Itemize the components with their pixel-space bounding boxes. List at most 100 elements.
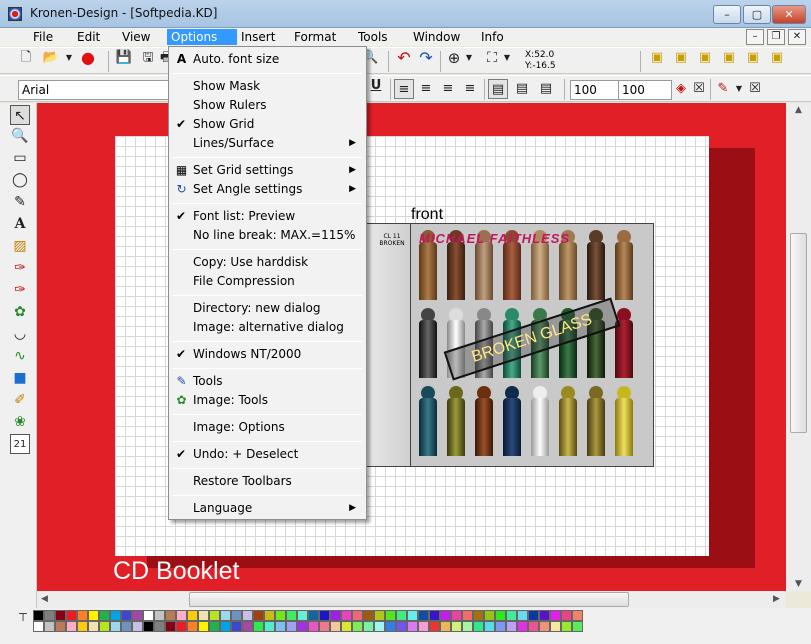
open-dropdown-icon[interactable]: ▼ (64, 48, 74, 68)
color-swatch[interactable] (308, 610, 319, 621)
color-picker-tool-icon[interactable]: ✐ (10, 390, 30, 410)
menu-item-set-grid-settings[interactable]: ▦ Set Grid settings ▶ (171, 161, 364, 180)
color-swatch[interactable] (55, 621, 66, 632)
mdi-restore-button[interactable]: ❐ (767, 29, 785, 45)
color-swatch[interactable] (550, 621, 561, 632)
no-fill-icon[interactable]: ☒ (692, 79, 706, 99)
color-swatch[interactable] (363, 621, 374, 632)
color-swatch[interactable] (121, 610, 132, 621)
color-swatch[interactable] (330, 621, 341, 632)
pen-tool-icon[interactable]: ✎ (10, 192, 30, 212)
color-swatch[interactable] (88, 621, 99, 632)
brush-tool-icon[interactable]: ✑ (10, 258, 30, 278)
color-swatch[interactable] (176, 621, 187, 632)
app-icon[interactable] (8, 7, 22, 21)
color-swatch[interactable] (572, 621, 583, 632)
menu-tools[interactable]: Tools (354, 29, 392, 45)
color-swatch[interactable] (44, 610, 55, 621)
menu-item-font-list-preview[interactable]: ✔ Font list: Preview (171, 207, 364, 226)
color-swatch[interactable] (319, 610, 330, 621)
color-swatch[interactable] (165, 610, 176, 621)
menu-item-show-mask[interactable]: Show Mask (171, 77, 364, 96)
color-swatch[interactable] (484, 610, 495, 621)
menu-item-copy-use-harddisk[interactable]: Copy: Use harddisk (171, 253, 364, 272)
menu-item-image-alternative-dialog[interactable]: Image: alternative dialog (171, 318, 364, 337)
color-swatch[interactable] (374, 610, 385, 621)
menu-item-file-compression[interactable]: File Compression (171, 272, 364, 291)
align-justify-icon[interactable]: ≡ (460, 79, 480, 99)
color-swatch[interactable] (561, 621, 572, 632)
color-swatch[interactable] (517, 621, 528, 632)
menu-item-tools[interactable]: ✎ Tools (171, 372, 364, 391)
align-center-icon[interactable]: ≡ (416, 79, 436, 99)
color-swatch[interactable] (539, 621, 550, 632)
color-swatch[interactable] (319, 621, 330, 632)
menu-format[interactable]: Format (290, 29, 340, 45)
color-swatch[interactable] (231, 610, 242, 621)
color-swatch[interactable] (484, 621, 495, 632)
color-swatch[interactable] (275, 610, 286, 621)
color-swatch[interactable] (209, 621, 220, 632)
mdi-minimize-button[interactable]: – (746, 29, 764, 45)
color-swatch[interactable] (528, 610, 539, 621)
color-swatch[interactable] (539, 610, 550, 621)
color-swatch[interactable] (88, 610, 99, 621)
clipart-tool-icon[interactable]: ❀ (10, 412, 30, 432)
color-swatch[interactable] (506, 610, 517, 621)
valign-bottom-icon[interactable]: ▤ (536, 79, 556, 99)
color-swatch[interactable] (77, 610, 88, 621)
zoom-tool-icon[interactable]: 🔍 (10, 126, 30, 146)
color-swatch[interactable] (198, 610, 209, 621)
color-swatch[interactable] (506, 621, 517, 632)
color-swatch[interactable] (231, 621, 242, 632)
color-swatch[interactable] (407, 610, 418, 621)
menu-item-set-angle-settings[interactable]: ↻ Set Angle settings ▶ (171, 180, 364, 199)
menu-item-lines-surface[interactable]: Lines/Surface ▶ (171, 134, 364, 153)
crosshair-dropdown-icon[interactable]: ▼ (464, 48, 474, 68)
color-swatch[interactable] (143, 621, 154, 632)
color-swatch[interactable] (341, 621, 352, 632)
color-swatch[interactable] (33, 621, 44, 632)
image-tool-icon[interactable]: ▨ (10, 236, 30, 256)
color-swatch[interactable] (495, 610, 506, 621)
menu-item-restore-toolbars[interactable]: Restore Toolbars (171, 472, 364, 491)
color-swatches[interactable] (33, 610, 583, 642)
ellipse-tool-icon[interactable]: ◯ (10, 170, 30, 190)
menu-item-show-rulers[interactable]: Show Rulers (171, 96, 364, 115)
valign-top-icon[interactable]: ▤ (488, 79, 508, 99)
color-swatch[interactable] (187, 621, 198, 632)
menu-options[interactable]: Options (167, 29, 237, 45)
scale-x-combo[interactable]: 100 (570, 80, 624, 100)
ungroup-icon[interactable]: ▣ (720, 48, 738, 68)
font-name-combo[interactable]: Arial (18, 80, 178, 100)
scroll-down-icon[interactable]: ▼ (795, 579, 802, 589)
color-swatch[interactable] (418, 621, 429, 632)
fit-icon[interactable]: ⛶ (482, 48, 502, 68)
back-cover-panel[interactable] (366, 223, 412, 467)
color-swatch[interactable] (33, 610, 44, 621)
color-swatch[interactable] (363, 610, 374, 621)
paint-tool-icon[interactable]: ✑ (10, 280, 30, 300)
align-right-icon[interactable]: ≡ (438, 79, 458, 99)
menu-item-show-grid[interactable]: ✔ Show Grid (171, 115, 364, 134)
underline-button[interactable]: U (367, 76, 385, 96)
color-swatch[interactable] (187, 610, 198, 621)
color-swatch[interactable] (209, 610, 220, 621)
color-swatch[interactable] (473, 610, 484, 621)
color-swatch[interactable] (572, 610, 583, 621)
distribute-icon[interactable]: ▣ (768, 48, 786, 68)
color-swatch[interactable] (66, 610, 77, 621)
color-swatch[interactable] (132, 610, 143, 621)
color-swatch[interactable] (396, 621, 407, 632)
color-swatch[interactable] (77, 621, 88, 632)
color-swatch[interactable] (429, 610, 440, 621)
save-as-icon[interactable]: 🖫 (138, 48, 158, 68)
rectangle-tool-icon[interactable]: ▭ (10, 148, 30, 168)
color-swatch[interactable] (253, 610, 264, 621)
color-swatch[interactable] (352, 621, 363, 632)
color-swatch[interactable] (374, 621, 385, 632)
color-swatch[interactable] (352, 610, 363, 621)
bring-front-icon[interactable]: ▣ (648, 48, 666, 68)
color-swatch[interactable] (264, 610, 275, 621)
color-swatch[interactable] (462, 621, 473, 632)
